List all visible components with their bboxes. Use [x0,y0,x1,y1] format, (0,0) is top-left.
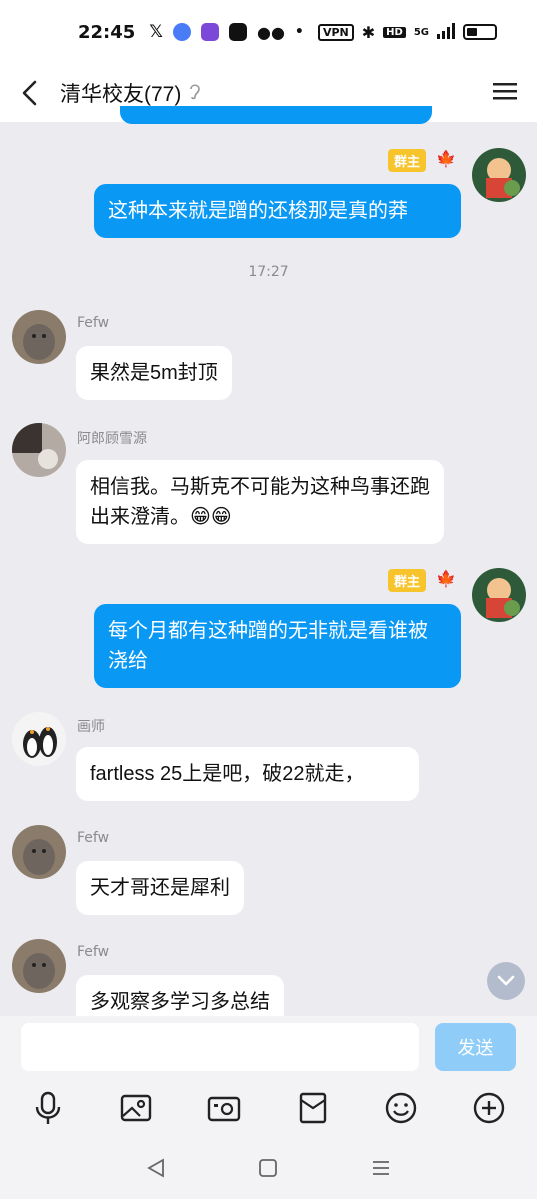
app-notification-icon [173,23,191,41]
system-nav-bar [0,1136,537,1199]
message-bubble[interactable]: 这种本来就是蹭的还梭那是真的莽 [94,184,461,238]
input-bar: 发送 [0,1016,537,1086]
red-packet-icon[interactable] [291,1086,335,1130]
battery-icon [463,24,497,40]
maple-leaf-icon: 🍁 [436,569,456,588]
message-bubble[interactable]: 多观察多学习多总结 [76,975,284,1016]
sender-name: Fefw [77,830,110,846]
sender-avatar[interactable] [12,310,66,364]
notification-icons: 𝕏 ●● • [149,22,304,42]
bluetooth-icon: ✱ [361,22,376,42]
owner-badge: 群主 [388,149,427,172]
image-icon[interactable] [114,1086,158,1130]
message-bubble[interactable]: 果然是5m封顶 [76,346,232,400]
sender-avatar[interactable] [12,825,66,879]
nav-home-icon[interactable] [253,1153,283,1183]
chevron-down-icon [497,975,515,986]
chat-title[interactable]: 清华校友(77) [60,78,181,108]
sender-name: 阿郎顾雪源 [77,431,147,447]
camera-icon[interactable] [202,1086,246,1130]
hd-indicator: HD [383,26,406,38]
sender-avatar[interactable] [12,423,66,477]
tiktok-icon [229,23,247,41]
sender-name: 画师 [77,719,105,735]
network-label: 5G [413,26,429,38]
status-bar: 22:45 𝕏 ●● • VPN ✱ HD 5G [0,0,537,64]
nav-back-icon[interactable] [141,1153,171,1183]
ear-icon [189,82,201,104]
message-input[interactable] [21,1023,419,1071]
sender-avatar[interactable] [12,712,66,766]
message-bubble[interactable]: 天才哥还是犀利 [76,861,244,915]
vpn-indicator: VPN [317,23,354,41]
message-bubble[interactable]: 相信我。马斯克不可能为这种鸟事还跑出来澄清。😁😁 [76,460,444,544]
signal-icon [437,22,455,42]
sender-avatar[interactable] [12,939,66,993]
app-notification-icon [201,23,219,41]
sender-name: Fefw [77,315,110,331]
sender-name: Fefw [77,944,110,960]
status-time: 22:45 [78,21,136,43]
self-avatar[interactable] [472,148,526,202]
nav-recents-icon[interactable] [366,1153,396,1183]
wechat-icon: ●● [257,22,285,42]
scroll-to-bottom-button[interactable] [487,962,525,1000]
menu-icon[interactable] [493,81,517,105]
status-right: VPN ✱ HD 5G [317,22,497,42]
x-app-icon: 𝕏 [149,22,163,42]
input-toolbar [0,1080,537,1136]
more-dot-icon: • [294,24,304,40]
microphone-icon[interactable] [26,1086,70,1130]
message-list[interactable]: 群主 🍁 这种本来就是蹭的还梭那是真的莽 17:27 Fefw 果然是5m封顶 … [0,122,537,1016]
message-bubble[interactable]: 每个月都有这种蹭的无非就是看谁被浇给 [94,604,461,688]
maple-leaf-icon: 🍁 [436,149,456,168]
plus-icon[interactable] [467,1086,511,1130]
message-bubble[interactable]: fartless 25上是吧，破22就走， [76,747,419,801]
send-button[interactable]: 发送 [435,1023,516,1071]
owner-badge: 群主 [388,569,427,592]
timestamp: 17:27 [248,264,289,280]
self-avatar[interactable] [472,568,526,622]
back-icon[interactable] [20,78,50,108]
emoji-icon[interactable] [379,1086,423,1130]
